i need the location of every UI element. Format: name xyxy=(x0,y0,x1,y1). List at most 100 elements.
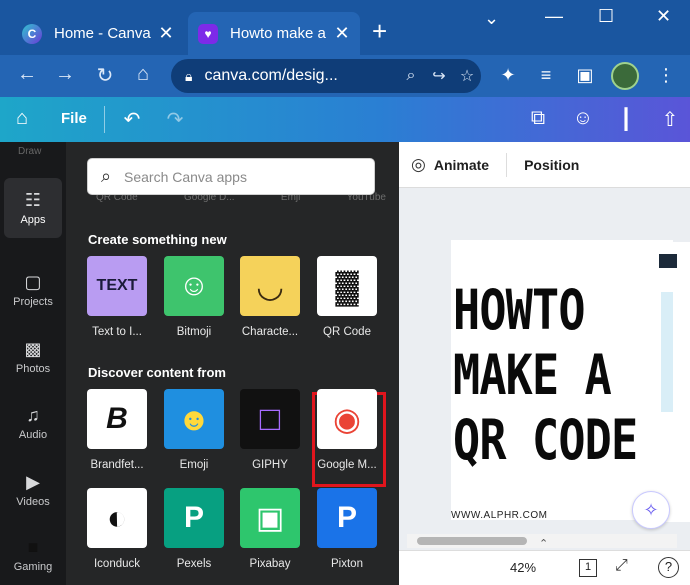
app-giphy[interactable]: □ GIPHY xyxy=(237,389,303,471)
photo-icon: ▩ xyxy=(24,339,42,359)
new-tab-button[interactable]: + xyxy=(372,18,387,44)
home-button[interactable]: ⌂ xyxy=(130,63,156,86)
app-bitmoji[interactable]: ☺ Bitmoji xyxy=(161,256,227,338)
upload-icon[interactable]: ⇧ xyxy=(656,107,684,132)
profile-avatar[interactable] xyxy=(611,62,639,90)
scrollbar-thumb[interactable] xyxy=(417,537,527,545)
zoom-icon[interactable]: ⌕ xyxy=(397,67,425,85)
app-iconduck[interactable]: ◐ Iconduck xyxy=(84,488,150,570)
browser-toolbar: ← → ↻ ⌂ 🔒︎ canva.com/desig... ⌕ ↪ ☆ ✦ ≡ … xyxy=(0,55,690,97)
app-pixabay[interactable]: ▣ Pixabay xyxy=(237,488,303,570)
position-button[interactable]: Position xyxy=(524,157,579,173)
tab-howto-make-qr[interactable]: ♥ Howto make a ✕ xyxy=(188,12,360,55)
giphy-icon: □ xyxy=(240,389,300,449)
page-footer-url[interactable]: WWW.ALPHR.COM xyxy=(451,510,548,521)
animate-label: Animate xyxy=(433,156,490,173)
bookmark-star-icon[interactable]: ☆ xyxy=(453,66,481,86)
apps-panel: QR Code Google D... Emji YouTube ⌕ Searc… xyxy=(66,142,399,585)
apps-grid-icon: ☷ xyxy=(24,190,42,210)
redo-icon[interactable]: ↷ xyxy=(161,107,189,132)
sidebar-item-photos[interactable]: ▩ Photos xyxy=(0,339,66,375)
app-pexels[interactable]: P Pexels xyxy=(161,488,227,570)
next-page-preview[interactable] xyxy=(657,242,690,522)
design-page[interactable]: HOWTO MAKE A QR CODE WWW.ALPHR.COM xyxy=(451,240,673,521)
sidebar-item-apps[interactable]: ☷ Apps xyxy=(4,178,62,238)
resize-icon[interactable]: ⧉ xyxy=(524,107,552,130)
app-brandfetch[interactable]: B Brandfet... xyxy=(84,389,150,471)
app-qr-code[interactable]: ▓ QR Code xyxy=(314,256,380,338)
app-google-maps[interactable]: ◉ Google M... xyxy=(314,389,380,471)
browser-tab-strip: C Home - Canva ✕ ♥ Howto make a ✕ + ⌄ — … xyxy=(0,0,690,55)
heart-favicon-icon: ♥ xyxy=(198,23,218,44)
editor-toolbar: ◎ Animate Position xyxy=(399,142,690,188)
iconduck-icon: ◐ xyxy=(87,488,147,548)
header-divider xyxy=(104,106,105,133)
close-window-button[interactable]: ✕ xyxy=(656,6,671,27)
page-count-button[interactable]: 1 xyxy=(579,559,597,577)
section-title-discover: Discover content from xyxy=(88,365,226,380)
qr-code-icon: ▓ xyxy=(317,256,377,316)
pixton-icon: P xyxy=(317,488,377,548)
app-text-to-image[interactable]: TEXT Text to I... xyxy=(84,256,150,338)
zoom-level[interactable]: 42% xyxy=(510,560,536,575)
insights-icon[interactable]: ┃ xyxy=(612,107,640,132)
emoji-icon: ☻ xyxy=(164,389,224,449)
search-icon: ⌕ xyxy=(100,166,112,186)
maximize-button[interactable]: ☐ xyxy=(598,6,614,27)
minimize-button[interactable]: — xyxy=(545,6,563,27)
share-people-icon[interactable]: ☺ xyxy=(569,107,597,130)
address-bar[interactable]: 🔒︎ canva.com/desig... ⌕ ↪ ☆ xyxy=(171,59,481,93)
folder-icon: ▢ xyxy=(24,272,42,292)
tab-title: Home - Canva xyxy=(54,25,151,42)
app-character-builder[interactable]: ◡ Characte... xyxy=(237,256,303,338)
page-thumbnail-block xyxy=(661,292,673,412)
close-tab-icon[interactable]: ✕ xyxy=(330,23,354,44)
browser-menu-icon[interactable]: ⋮ xyxy=(654,65,678,86)
animate-button[interactable]: ◎ Animate xyxy=(411,155,489,175)
character-face-icon: ◡ xyxy=(240,256,300,316)
sidebar-item-label: Gaming xyxy=(13,561,53,573)
app-pixton[interactable]: P Pixton xyxy=(314,488,380,570)
brandfetch-icon: B xyxy=(87,389,147,449)
fullscreen-icon[interactable]: ⤢ xyxy=(615,557,628,575)
sidebar-item-label: Apps xyxy=(20,214,46,226)
google-maps-pin-icon: ◉ xyxy=(317,389,377,449)
media-control-icon[interactable]: ≡ xyxy=(534,65,558,86)
side-panel-icon[interactable]: ▣ xyxy=(573,65,597,86)
sidebar-item-draw-cut[interactable]: Draw xyxy=(18,146,41,157)
search-apps-input[interactable]: ⌕ Search Canva apps xyxy=(87,158,375,195)
magic-sparkle-button[interactable]: ✧ xyxy=(632,491,670,529)
sidebar-item-projects[interactable]: ▢ Projects xyxy=(0,272,66,308)
url-text[interactable]: canva.com/desig... xyxy=(204,67,397,85)
search-placeholder[interactable]: Search Canva apps xyxy=(124,169,247,185)
sidebar-item-label: Audio xyxy=(18,429,48,441)
tab-title: Howto make a xyxy=(230,25,326,42)
sidebar-item-label: Videos xyxy=(16,496,50,508)
reload-button[interactable]: ↻ xyxy=(92,63,118,88)
lock-icon[interactable]: 🔒︎ xyxy=(185,68,192,85)
undo-icon[interactable]: ↶ xyxy=(118,107,146,132)
app-emoji[interactable]: ☻ Emoji xyxy=(161,389,227,471)
home-icon[interactable]: ⌂ xyxy=(8,107,36,130)
share-icon[interactable]: ↪ xyxy=(425,66,453,86)
video-play-icon: ▶ xyxy=(26,472,40,492)
gaming-icon: ■ xyxy=(27,537,39,557)
text-to-image-icon: TEXT xyxy=(87,256,147,316)
tab-search-icon[interactable]: ⌄ xyxy=(484,8,499,29)
editor-bottom-bar: ⌃ 42% 1 ⤢ ? xyxy=(399,538,690,585)
editor-canvas-area: ◎ Animate Position HOWTO MAKE A QR CODE … xyxy=(399,142,690,585)
sidebar-item-gaming[interactable]: ■ Gaming xyxy=(0,537,66,573)
tab-home-canva[interactable]: C Home - Canva ✕ xyxy=(12,12,184,55)
chevron-up-icon[interactable]: ⌃ xyxy=(539,537,548,550)
help-button[interactable]: ? xyxy=(658,557,679,578)
music-note-icon: ♫ xyxy=(26,405,40,425)
back-button[interactable]: ← xyxy=(14,63,40,86)
forward-button[interactable]: → xyxy=(52,63,78,86)
pixabay-camera-icon: ▣ xyxy=(240,488,300,548)
file-menu-button[interactable]: File xyxy=(61,110,87,127)
sidebar-item-audio[interactable]: ♫ Audio xyxy=(0,405,66,441)
page-heading[interactable]: HOWTO MAKE A QR CODE xyxy=(453,278,638,473)
sidebar-item-videos[interactable]: ▶ Videos xyxy=(0,472,66,508)
extensions-icon[interactable]: ✦ xyxy=(496,65,520,86)
close-tab-icon[interactable]: ✕ xyxy=(154,23,178,44)
